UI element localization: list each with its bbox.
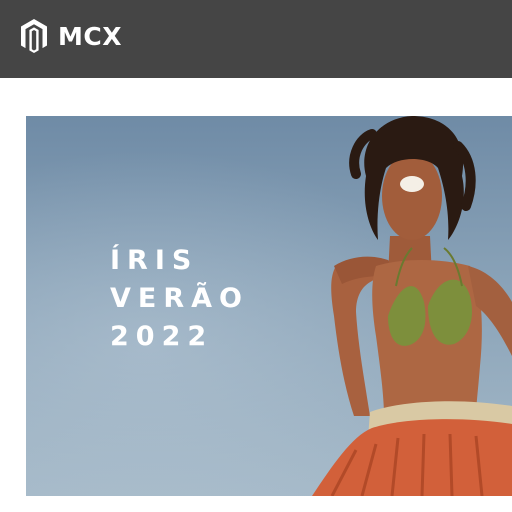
brand-name: MCX [58, 21, 122, 51]
hero-title: ÍRIS VERÃO 2022 [110, 242, 249, 356]
hero-title-line-2: VERÃO [110, 283, 249, 314]
hero-title-line-3: 2022 [110, 321, 214, 352]
magento-logo-icon [21, 19, 47, 53]
hero-banner[interactable]: ÍRIS VERÃO 2022 [26, 116, 512, 496]
site-header: MCX [0, 0, 512, 78]
model-summer-collection-image [312, 116, 512, 496]
hero-title-line-1: ÍRIS [110, 245, 199, 276]
brand-home-link[interactable]: MCX [20, 18, 122, 54]
